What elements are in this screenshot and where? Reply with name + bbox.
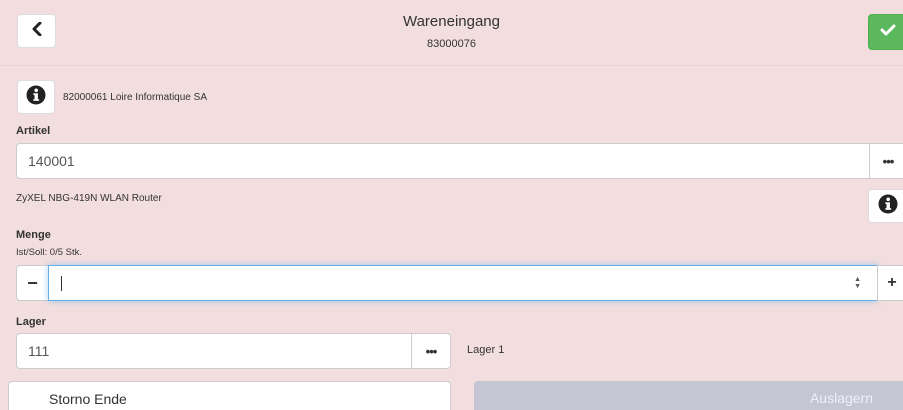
- decrement-button[interactable]: −: [16, 265, 49, 301]
- auslagern-button[interactable]: Auslagern: [474, 381, 903, 410]
- artikel-info-button[interactable]: [868, 189, 903, 223]
- artikel-input[interactable]: 140001: [16, 143, 870, 179]
- increment-button[interactable]: +: [877, 265, 903, 301]
- lager-value: 111: [28, 343, 50, 359]
- text-caret: [61, 275, 62, 291]
- lager-name: Lager 1: [467, 344, 505, 356]
- lager-input[interactable]: 111: [16, 333, 412, 369]
- menge-label: Menge: [16, 229, 51, 241]
- ist-soll-text: Ist/Soll: 0/5 Stk.: [16, 247, 82, 258]
- quantity-input[interactable]: ▲ ▼: [48, 265, 878, 301]
- ellipsis-icon: •••: [425, 343, 438, 359]
- spinner-arrows-icon[interactable]: ▲ ▼: [854, 276, 861, 290]
- ellipsis-icon: •••: [882, 153, 895, 169]
- info-circle-icon: [878, 194, 898, 219]
- supplier-info-button[interactable]: [17, 80, 55, 114]
- artikel-lookup-button[interactable]: •••: [869, 143, 903, 179]
- artikel-label: Artikel: [16, 125, 51, 137]
- page-title: Wareneingang: [402, 13, 500, 30]
- app-root: Wareneingang 83000076 82000061 Loire Inf…: [0, 0, 903, 410]
- header-bar: Wareneingang 83000076: [0, 0, 903, 66]
- storno-ende-button[interactable]: Storno Ende: [8, 381, 451, 410]
- artikel-value: 140001: [28, 153, 75, 169]
- document-number: 83000076: [427, 38, 476, 50]
- minus-icon: −: [27, 272, 38, 293]
- info-circle-icon: [26, 85, 46, 110]
- supplier-text: 82000061 Loire Informatique SA: [63, 92, 207, 103]
- confirm-button[interactable]: [868, 14, 903, 50]
- check-icon: [880, 23, 896, 42]
- plus-icon: +: [887, 274, 897, 291]
- lager-lookup-button[interactable]: •••: [411, 333, 451, 369]
- artikel-description: ZyXEL NBG-419N WLAN Router: [16, 193, 162, 204]
- lager-label: Lager: [16, 316, 46, 328]
